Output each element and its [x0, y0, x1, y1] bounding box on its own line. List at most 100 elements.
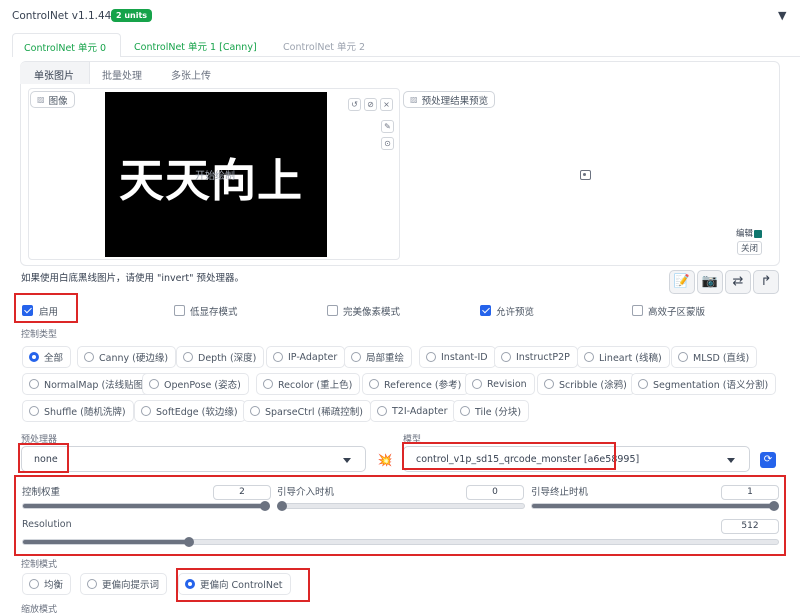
control-type-depth[interactable]: Depth (深度)	[176, 346, 265, 368]
undo-icon[interactable]: ↺	[348, 98, 361, 111]
brush-icon[interactable]: ✎	[381, 120, 394, 133]
start-slider[interactable]	[277, 501, 525, 511]
control-type-scribble-radio[interactable]	[544, 379, 554, 389]
allow-preview-option[interactable]: 允许预览	[480, 304, 560, 318]
control-type-instructp2p-label: InstructP2P	[516, 351, 570, 363]
enable-option[interactable]: 启用	[22, 304, 82, 318]
control-type-instantid[interactable]: Instant-ID	[419, 346, 496, 368]
control-type-label: 控制类型	[21, 330, 58, 340]
control-type-t2iadapter[interactable]: T2I-Adapter	[370, 400, 456, 422]
control-mode-balanced-radio[interactable]	[29, 579, 39, 589]
control-type-shuffle-radio[interactable]	[29, 406, 39, 416]
control-type-softedge-radio[interactable]	[141, 406, 151, 416]
control-type-all[interactable]: 全部	[22, 346, 72, 368]
control-type-mlsd[interactable]: MLSD (直线)	[671, 346, 758, 368]
controlnet-header[interactable]: ControlNet v1.1.449 2 units ▼	[0, 0, 800, 32]
control-type-recolor[interactable]: Recolor (重上色)	[256, 373, 361, 395]
control-type-scribble[interactable]: Scribble (涂鸦)	[537, 373, 635, 395]
control-type-canny-radio[interactable]	[84, 352, 94, 362]
control-type-segmentation[interactable]: Segmentation (语义分割)	[631, 373, 777, 395]
pixel-perfect-option[interactable]: 完美像素模式	[327, 304, 417, 318]
send-dimensions-button[interactable]: ↱	[753, 270, 779, 294]
control-type-softedge[interactable]: SoftEdge (软边缘)	[134, 400, 246, 422]
control-type-depth-radio[interactable]	[183, 352, 193, 362]
end-input[interactable]: 1	[721, 485, 779, 500]
control-type-instantid-radio[interactable]	[426, 352, 436, 362]
control-type-lineart[interactable]: Lineart (线稿)	[577, 346, 670, 368]
control-mode-prompt-radio[interactable]	[87, 579, 97, 589]
control-type-segmentation-radio[interactable]	[638, 379, 648, 389]
camera-icon[interactable]: ⊙	[381, 137, 394, 150]
control-type-revision-radio[interactable]	[472, 379, 482, 389]
control-type-shuffle[interactable]: Shuffle (随机洗牌)	[22, 400, 134, 422]
weight-input[interactable]: 2	[213, 485, 271, 500]
control-type-t2iadapter-radio[interactable]	[377, 406, 387, 416]
control-type-canny[interactable]: Canny (硬边缘)	[77, 346, 177, 368]
preprocessor-select[interactable]: none	[21, 446, 366, 472]
unit-tab-0[interactable]: ControlNet 单元 0	[12, 33, 121, 57]
control-type-tile[interactable]: Tile (分块)	[453, 400, 530, 422]
lowvram-checkbox[interactable]	[174, 305, 185, 316]
control-type-openpose[interactable]: OpenPose (姿态)	[142, 373, 249, 395]
weight-slider[interactable]	[22, 501, 270, 511]
control-type-instructp2p[interactable]: InstructP2P	[494, 346, 578, 368]
preview-close-label: 关闭	[741, 244, 759, 254]
swap-button[interactable]: ⇄	[725, 270, 751, 294]
end-slider[interactable]	[531, 501, 779, 511]
control-type-ipadapter-radio[interactable]	[273, 352, 283, 362]
control-type-normalmap[interactable]: NormalMap (法线贴图)	[22, 373, 155, 395]
input-tab-multi[interactable]: 多张上传	[171, 67, 211, 82]
collapse-icon[interactable]: ▼	[778, 9, 786, 22]
resolution-input[interactable]: 512	[721, 519, 779, 534]
control-type-reference[interactable]: Reference (参考)	[362, 373, 470, 395]
control-type-sparsectrl[interactable]: SparseCtrl (稀疏控制)	[243, 400, 371, 422]
control-type-normalmap-radio[interactable]	[29, 379, 39, 389]
control-mode-controlnet[interactable]: 更偏向 ControlNet	[178, 573, 291, 595]
image-canvas[interactable]: 天天向上 开始绘制	[105, 92, 327, 257]
control-type-all-label: 全部	[44, 353, 64, 364]
control-type-mlsd-label: MLSD (直线)	[693, 353, 750, 364]
control-type-all-radio[interactable]	[29, 352, 39, 362]
control-mode-prompt[interactable]: 更偏向提示词	[80, 573, 168, 595]
control-type-inpaint-radio[interactable]	[351, 352, 361, 362]
control-type-lineart-radio[interactable]	[584, 352, 594, 362]
control-type-reference-radio[interactable]	[369, 379, 379, 389]
allow-preview-checkbox[interactable]	[480, 305, 491, 316]
preview-close-button[interactable]: 关闭	[737, 241, 763, 255]
control-type-reference-label: Reference (参考)	[384, 380, 462, 391]
webcam-button[interactable]: 📷	[697, 270, 723, 294]
preview-label: ▨ 预处理结果预览	[403, 91, 496, 108]
enable-checkbox[interactable]	[22, 305, 33, 316]
control-type-mlsd-radio[interactable]	[678, 352, 688, 362]
control-type-tile-radio[interactable]	[460, 406, 470, 416]
run-preprocessor-button[interactable]: 💥	[376, 452, 394, 468]
pixel-perfect-checkbox[interactable]	[327, 305, 338, 316]
refresh-models-button[interactable]: ⟳	[760, 452, 776, 468]
input-tab-batch[interactable]: 批量处理	[102, 67, 142, 82]
unit-tab-2[interactable]: ControlNet 单元 2	[283, 39, 365, 53]
open-new-canvas-button[interactable]: 📝	[669, 270, 695, 294]
close-icon[interactable]: ×	[380, 98, 393, 111]
clear-icon[interactable]: ⊘	[364, 98, 377, 111]
weight-label: 控制权重	[22, 487, 61, 498]
start-input[interactable]: 0	[466, 485, 524, 500]
control-type-instructp2p-radio[interactable]	[501, 352, 511, 362]
unit-tab-1[interactable]: ControlNet 单元 1 [Canny]	[134, 39, 257, 53]
control-type-inpaint[interactable]: 局部重绘	[344, 346, 413, 368]
control-mode-controlnet-radio[interactable]	[185, 579, 195, 589]
control-type-ipadapter[interactable]: IP-Adapter	[266, 346, 346, 368]
unit-tab-0-label: ControlNet 单元 0	[24, 43, 107, 54]
control-type-openpose-radio[interactable]	[149, 379, 159, 389]
input-tab-single[interactable]: 单张图片	[20, 62, 90, 84]
lowvram-option[interactable]: 低显存模式	[174, 304, 264, 318]
preprocessor-value: none	[34, 453, 58, 465]
model-select[interactable]: control_v1p_sd15_qrcode_monster [a6e5899…	[403, 446, 750, 472]
control-type-sparsectrl-radio[interactable]	[250, 406, 260, 416]
preview-edit-button[interactable]: 编辑	[736, 227, 763, 239]
efficient-mask-checkbox[interactable]	[632, 305, 643, 316]
efficient-mask-option[interactable]: 高效子区蒙版	[632, 304, 722, 318]
control-type-revision[interactable]: Revision	[465, 373, 535, 395]
resolution-slider[interactable]	[22, 537, 779, 547]
control-mode-balanced[interactable]: 均衡	[22, 573, 72, 595]
control-type-recolor-radio[interactable]	[263, 379, 273, 389]
